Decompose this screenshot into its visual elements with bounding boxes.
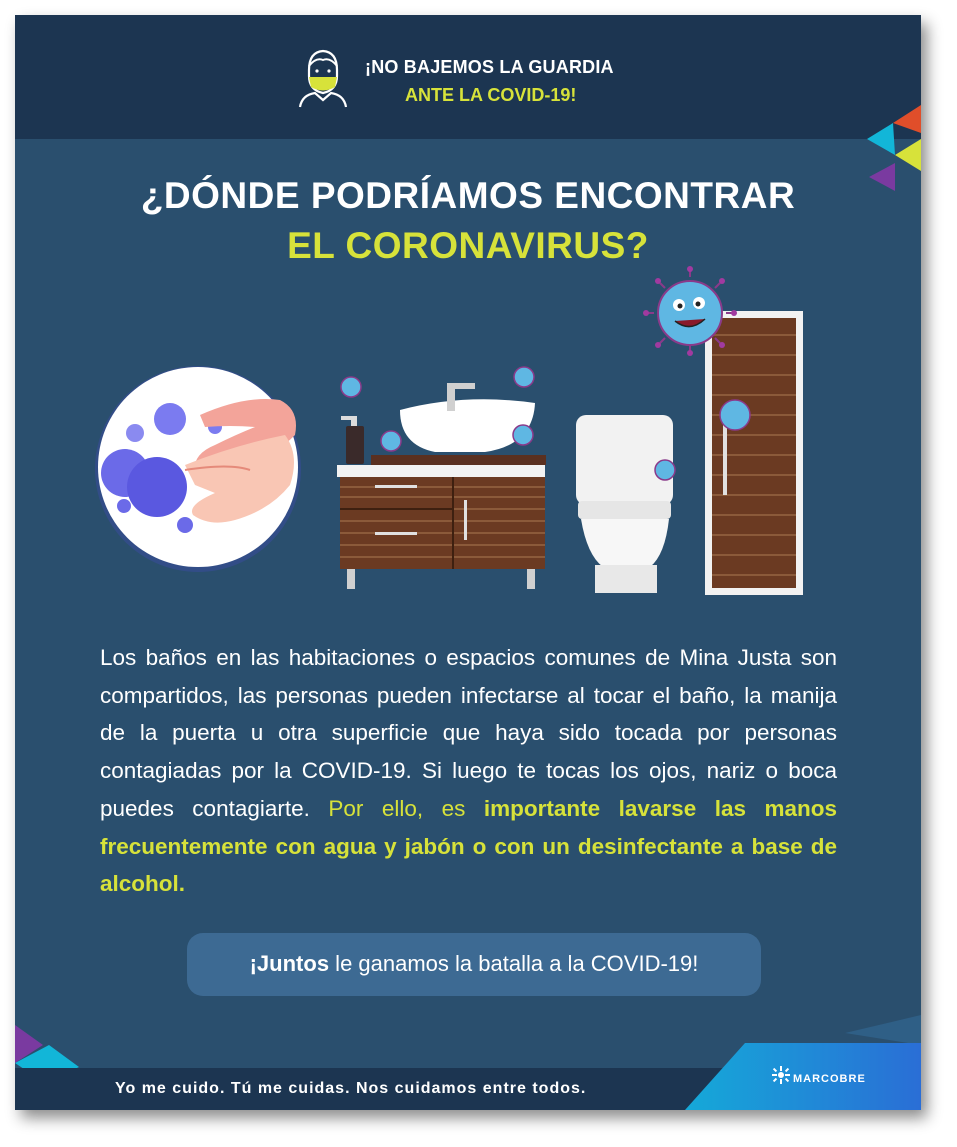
- poster: ¡NO BAJEMOS LA GUARDIA ANTE LA COVID-19!…: [15, 15, 921, 1110]
- marcobre-logo-text: MARCOBRE: [793, 1073, 866, 1085]
- footer-slogan: Yo me cuido. Tú me cuidas. Nos cuidamos …: [115, 1080, 587, 1097]
- logo-banner: [685, 1043, 921, 1110]
- marcobre-logo-icon: [772, 1066, 790, 1084]
